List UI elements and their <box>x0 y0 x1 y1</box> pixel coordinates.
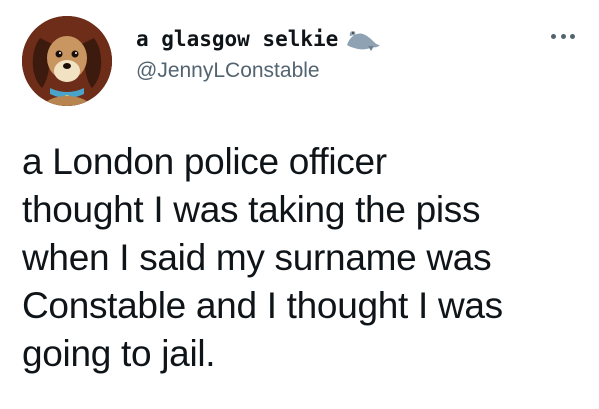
tweet-text-line: Constable and I thought I was <box>22 285 503 326</box>
avatar-image <box>22 16 112 106</box>
more-dot <box>560 33 566 39</box>
tweet-card: a glasgow selkie @JennyLConstable a Lond… <box>0 0 599 409</box>
display-name-row[interactable]: a glasgow selkie <box>136 26 382 52</box>
tweet-header: a glasgow selkie @JennyLConstable <box>22 16 577 108</box>
display-name[interactable]: a glasgow selkie <box>136 26 338 52</box>
tweet-text-line: thought I was taking the piss <box>22 189 481 230</box>
user-handle[interactable]: @JennyLConstable <box>136 58 382 84</box>
user-names: a glasgow selkie @JennyLConstable <box>136 26 382 84</box>
more-dot <box>570 33 575 39</box>
tweet-text-line: going to jail. <box>22 333 216 374</box>
more-dot <box>551 33 556 39</box>
more-horizontal-icon[interactable] <box>551 26 575 46</box>
seal-icon <box>344 26 382 52</box>
tweet-text: a London police officer thought I was ta… <box>22 138 582 378</box>
tweet-text-line: when I said my surname was <box>22 237 492 278</box>
avatar[interactable] <box>22 16 112 106</box>
tweet-text-line: a London police officer <box>22 141 387 182</box>
